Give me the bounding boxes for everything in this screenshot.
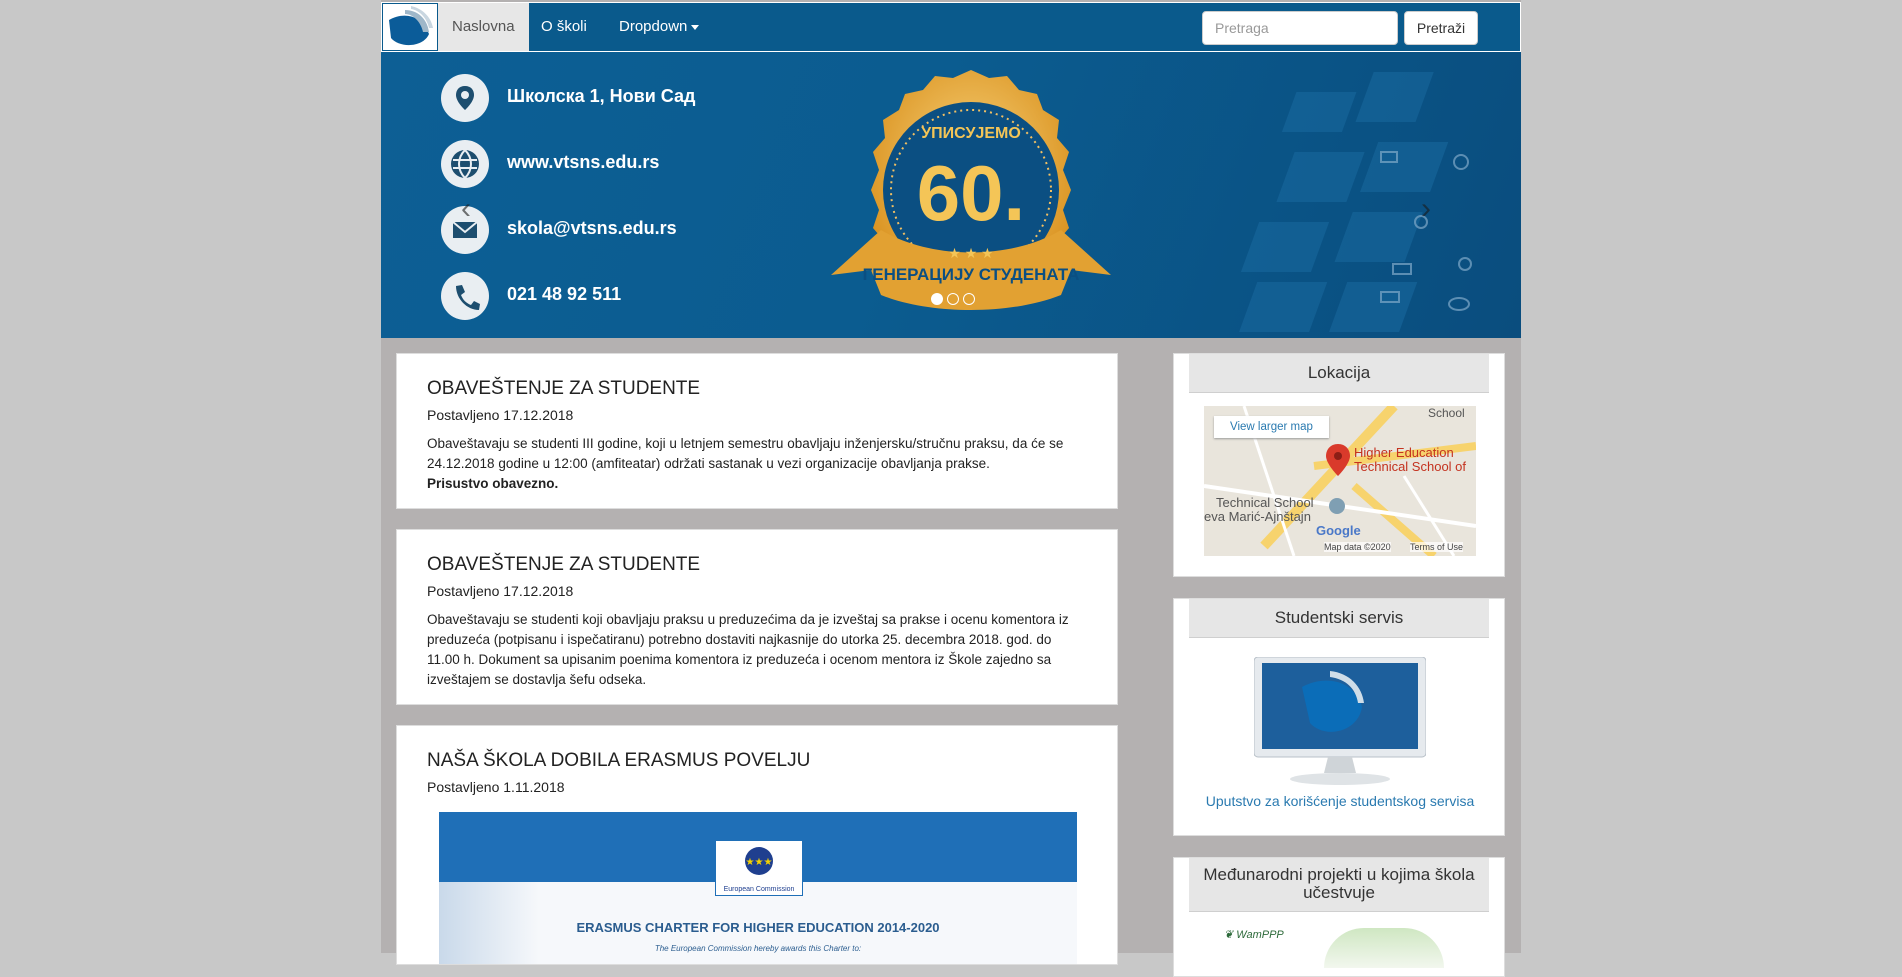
carousel-next-icon[interactable]: › [1421, 192, 1431, 226]
post-date: Postavljeno 1.11.2018 [427, 779, 565, 795]
location-pin-icon [441, 74, 489, 122]
map-terms-link[interactable]: Terms of Use [1410, 542, 1464, 552]
map-data-label: Map data ©2020 [1324, 542, 1391, 552]
post-bold-note: Prisustvo obavezno. [427, 476, 559, 491]
nav-naslovna[interactable]: Naslovna [438, 3, 529, 51]
post-card: OBAVEŠTENJE ZA STUDENTE Postavljeno 17.1… [396, 529, 1118, 705]
student-service-guide-link[interactable]: Uputstvo za korišćenje studentskog servi… [1174, 793, 1506, 809]
post-text: Obaveštavaju se studenti III godine, koj… [427, 436, 1064, 471]
email-text: skola@vtsns.edu.rs [507, 218, 677, 238]
phone-text: 021 48 92 511 [507, 284, 622, 304]
nav-dropdown[interactable]: Dropdown [605, 3, 713, 51]
carousel-dot-2[interactable] [947, 293, 959, 305]
student-service-panel: Studentski servis Uputstvo za korišćenje… [1173, 598, 1505, 836]
monitor-icon[interactable] [1253, 656, 1427, 792]
project-logo[interactable]: ❦ WamPPP [1224, 928, 1284, 941]
phone-icon [441, 272, 489, 320]
view-larger-map-link[interactable]: View larger map [1214, 416, 1329, 438]
post-card: NAŠA ŠKOLA DOBILA ERASMUS POVELJU Postav… [396, 725, 1118, 965]
ec-logo-text: European Commission [723, 886, 795, 893]
globe-icon [441, 140, 489, 188]
charter-subtitle: The European Commission hereby awards th… [654, 944, 862, 953]
erasmus-charter-image[interactable]: ★★★ European Commission ERASMUS CHARTER … [439, 812, 1077, 964]
map-poi-label-line1: Technical School [1216, 495, 1314, 510]
post-title[interactable]: NAŠA ŠKOLA DOBILA ERASMUS POVELJU [427, 750, 810, 772]
carousel-dot-3[interactable] [963, 293, 975, 305]
carousel-prev-icon[interactable]: ‹ [461, 192, 471, 226]
hero-carousel: Школска 1, Нови Сад www.vtsns.edu.rs sko… [381, 52, 1521, 338]
website-text: www.vtsns.edu.rs [507, 152, 660, 172]
projects-panel: Međunarodni projekti u kojima škola učes… [1173, 857, 1505, 977]
map-pin-label-line1: Higher Education [1354, 445, 1454, 460]
location-panel: Lokacija View larger map Higher Educatio… [1173, 353, 1505, 577]
top-navbar: Naslovna O školi Dropdown Pretraži [381, 2, 1521, 52]
post-text: Obaveštavaju se studenti koji obavljaju … [427, 612, 1069, 687]
chevron-down-icon [691, 24, 700, 30]
badge-ribbon-text: ГЕНЕРАЦИЈУ СТУДЕНАТА [863, 265, 1080, 284]
project-image[interactable] [1324, 928, 1444, 968]
post-date: Postavljeno 17.12.2018 [427, 583, 574, 599]
embedded-map[interactable]: View larger map Higher Education Technic… [1204, 406, 1476, 556]
student-service-heading: Studentski servis [1189, 599, 1489, 638]
badge-number: 60. [917, 149, 1025, 237]
badge-top-text: УПИСУЈЕМО [921, 125, 1021, 142]
post-title[interactable]: OBAVEŠTENJE ZA STUDENTE [427, 378, 700, 400]
leaf-icon: ❦ [1224, 929, 1234, 941]
post-date: Postavljeno 17.12.2018 [427, 407, 574, 423]
carousel-dot-1[interactable] [931, 293, 943, 305]
google-logo: Google [1316, 523, 1361, 538]
search-button[interactable]: Pretraži [1404, 11, 1478, 45]
star-icons: ★ ★ ★ [948, 245, 993, 261]
map-poi-label: Technical School eva Marić-Ajnštajn [1204, 496, 1314, 524]
map-pin-label-line2: Technical School of [1354, 459, 1467, 474]
map-pin-label: Higher Education Technical School of [1354, 446, 1466, 474]
svg-text:★★★: ★★★ [746, 857, 773, 868]
nav-o-skoli[interactable]: O školi [527, 3, 601, 51]
post-title[interactable]: OBAVEŠTENJE ZA STUDENTE [427, 554, 700, 576]
map-school-label: School [1428, 406, 1465, 420]
post-body: Obaveštavaju se studenti III godine, koj… [427, 434, 1087, 494]
nav-dropdown-label: Dropdown [619, 18, 688, 35]
charter-title: ERASMUS CHARTER FOR HIGHER EDUCATION 201… [576, 920, 940, 935]
post-card: OBAVEŠTENJE ZA STUDENTE Postavljeno 17.1… [396, 353, 1118, 509]
carousel-indicators [931, 292, 979, 310]
project-logo-text: WamPPP [1236, 929, 1284, 941]
search-input[interactable] [1202, 11, 1398, 45]
map-poi-label-line2: eva Marić-Ajnštajn [1204, 509, 1311, 524]
location-heading: Lokacija [1189, 354, 1489, 393]
address-text: Школска 1, Нови Сад [507, 86, 696, 106]
ec-logo-icon: ★★★ European Commission [715, 840, 803, 896]
school-logo[interactable] [383, 4, 437, 50]
page-container: Naslovna O školi Dropdown Pretraži [381, 0, 1521, 977]
projects-heading: Međunarodni projekti u kojima škola učes… [1189, 858, 1489, 912]
decorative-pattern [1239, 72, 1472, 332]
